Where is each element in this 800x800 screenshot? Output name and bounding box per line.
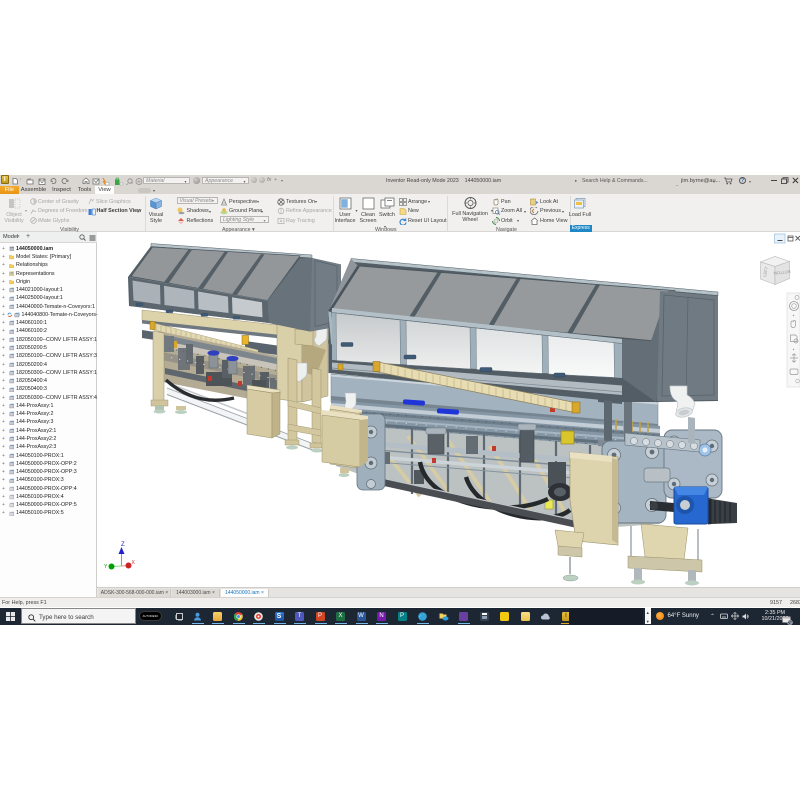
- svg-text:X: X: [132, 560, 136, 566]
- svg-text:Y: Y: [104, 564, 108, 570]
- svg-text:70: 70: [788, 620, 792, 624]
- svg-text:Z: Z: [121, 542, 125, 548]
